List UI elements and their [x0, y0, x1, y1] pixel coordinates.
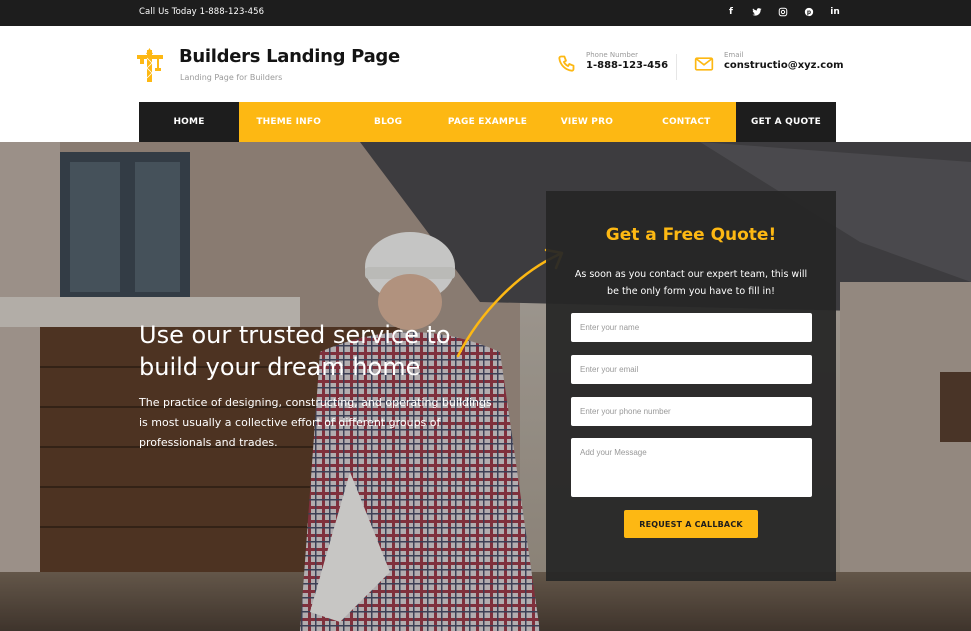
phone-label: Phone Number: [586, 51, 639, 59]
email-contact: Email constructio@xyz.com: [694, 51, 844, 74]
email-label: Email: [724, 51, 744, 59]
facebook-icon[interactable]: f: [725, 5, 737, 19]
crane-logo-icon[interactable]: [137, 48, 163, 82]
call-us-text: Call Us Today 1-888-123-456: [139, 7, 265, 17]
phone-input[interactable]: Enter your phone number: [571, 397, 812, 426]
message-textarea[interactable]: Add your Message: [571, 438, 812, 497]
nav-view-pro[interactable]: VIEW PRO: [537, 102, 636, 142]
phone-number[interactable]: 1-888-123-456: [586, 60, 668, 71]
phone-icon: [558, 55, 575, 72]
name-input[interactable]: Enter your name: [571, 313, 812, 342]
top-bar: Call Us Today 1-888-123-456 f p in: [0, 0, 971, 26]
pinterest-icon[interactable]: p: [803, 5, 815, 19]
email-address[interactable]: constructio@xyz.com: [724, 60, 844, 71]
hero-description: The practice of designing, constructing,…: [139, 396, 492, 449]
nav-contact[interactable]: CONTACT: [637, 102, 736, 142]
site-tagline: Landing Page for Builders: [180, 73, 283, 82]
main-navigation: HOME THEME INFO BLOG PAGE EXAMPLE VIEW P…: [139, 102, 836, 142]
nav-get-a-quote-button[interactable]: GET A QUOTE: [736, 102, 836, 142]
social-links: f p in: [725, 5, 841, 19]
email-input[interactable]: Enter your email: [571, 355, 812, 384]
phone-contact: Phone Number 1-888-123-456: [556, 51, 668, 74]
twitter-icon[interactable]: [751, 5, 763, 19]
quote-form-panel: Get a Free Quote! As soon as you contact…: [546, 191, 836, 581]
hero-section: Use our trusted service to build your dr…: [0, 142, 971, 631]
linkedin-icon[interactable]: in: [829, 5, 841, 19]
svg-text:p: p: [807, 10, 811, 16]
quote-form-title: Get a Free Quote!: [605, 225, 777, 245]
nav-theme-info[interactable]: THEME INFO: [239, 102, 338, 142]
site-title[interactable]: Builders Landing Page: [179, 46, 400, 67]
nav-page-example[interactable]: PAGE EXAMPLE: [438, 102, 537, 142]
site-header: Builders Landing Page Landing Page for B…: [0, 26, 971, 102]
nav-home[interactable]: HOME: [139, 102, 239, 142]
nav-blog[interactable]: BLOG: [338, 102, 437, 142]
mail-icon: [694, 57, 714, 71]
instagram-icon[interactable]: [777, 5, 789, 19]
header-divider: [676, 54, 677, 80]
request-callback-button[interactable]: REQUEST A CALLBACK: [624, 510, 758, 538]
hero-heading: Use our trusted service to build your dr…: [139, 321, 451, 381]
nav-menu-group: THEME INFO BLOG PAGE EXAMPLE VIEW PRO CO…: [239, 102, 736, 142]
quote-form-subtitle: As soon as you contact our expert team, …: [574, 269, 808, 297]
